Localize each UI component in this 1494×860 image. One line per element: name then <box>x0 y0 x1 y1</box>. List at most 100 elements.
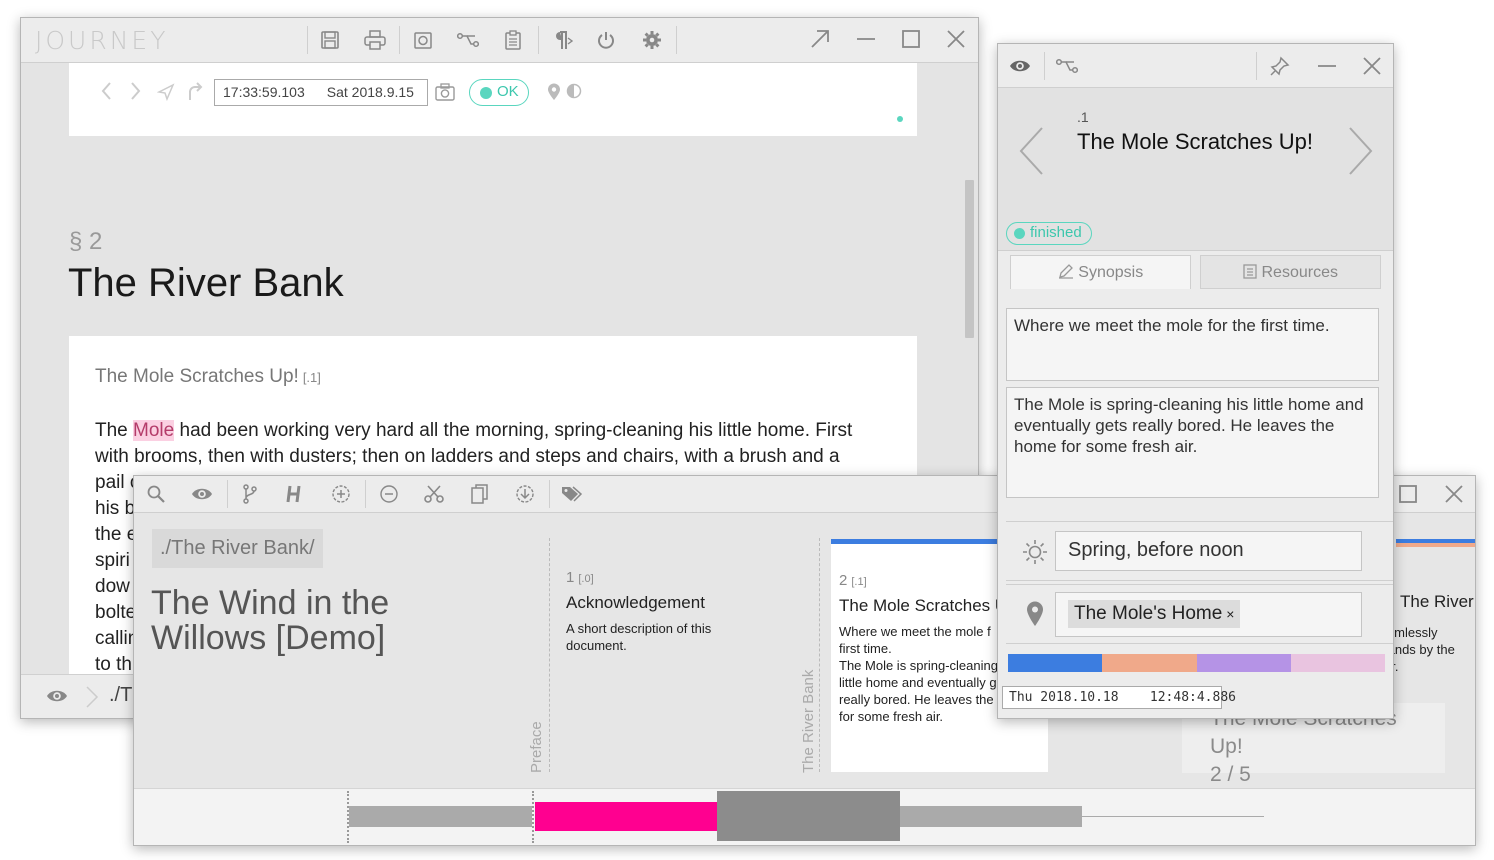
scene-heading-index: [.1] <box>302 370 321 385</box>
paragraph-icon[interactable] <box>550 28 574 52</box>
card-index: [.0] <box>578 573 594 585</box>
location-tag[interactable]: The Mole's Home × <box>1068 600 1241 628</box>
eye-icon[interactable] <box>190 482 214 506</box>
scene-card-acknowledgement[interactable]: 1 [.0] Acknowledgement A short descriptio… <box>566 569 736 654</box>
eye-icon[interactable] <box>1008 54 1032 78</box>
save-icon[interactable] <box>318 28 342 52</box>
part-label-preface: Preface <box>528 721 545 773</box>
scene-card-partial[interactable]: The River aimlesslytands by theer. <box>1384 593 1475 675</box>
timeline-segment-selected[interactable] <box>717 791 900 841</box>
tags-icon[interactable] <box>560 482 584 506</box>
tab-resources[interactable]: Resources <box>1200 255 1381 289</box>
send-icon[interactable] <box>157 83 175 101</box>
chapter-title: The River Bank <box>68 261 344 305</box>
maximize-icon[interactable] <box>899 27 923 51</box>
tag-remove-icon[interactable]: × <box>1226 606 1234 622</box>
main-toolbar: JOURNEY <box>21 18 978 63</box>
synopsis-short-field[interactable]: Where we meet the mole for the first tim… <box>1006 308 1379 381</box>
scene-color-bar[interactable] <box>1008 654 1385 672</box>
app-logo: JOURNEY <box>35 26 169 55</box>
next-scene-chevron-icon[interactable] <box>1348 126 1374 176</box>
tab-synopsis[interactable]: Synopsis <box>1010 255 1191 289</box>
timestamp-field[interactable]: 17:33:59.103 Sat 2018.9.15 <box>214 79 428 106</box>
timeline-segment-current[interactable] <box>535 802 717 831</box>
color-segment-pink[interactable] <box>1290 654 1385 672</box>
screenshot-icon[interactable] <box>411 28 435 52</box>
close-icon[interactable] <box>1360 54 1384 78</box>
color-segment-blue[interactable] <box>1008 654 1103 672</box>
contrast-icon[interactable] <box>566 83 582 99</box>
location-pin-icon <box>1026 601 1044 627</box>
tab-synopsis-label: Synopsis <box>1078 264 1144 281</box>
settings-gear-icon[interactable] <box>640 28 664 52</box>
heading-icon[interactable] <box>283 482 307 506</box>
minimize-icon[interactable] <box>1315 54 1339 78</box>
timestamp-time: 17:33:59.103 <box>223 84 305 100</box>
camera-icon[interactable] <box>435 83 455 101</box>
back-chevron-icon[interactable] <box>99 80 113 102</box>
power-icon[interactable] <box>594 28 618 52</box>
tab-resources-label: Resources <box>1261 264 1338 281</box>
scissors-icon[interactable] <box>422 482 446 506</box>
timeline-segment[interactable] <box>900 806 1082 827</box>
clipboard-icon <box>1243 264 1257 279</box>
eye-icon[interactable] <box>46 688 68 704</box>
previous-scene-chevron-icon[interactable] <box>1018 126 1044 176</box>
project-path[interactable]: ./The River Bank/ <box>152 529 323 568</box>
column-divider <box>819 538 820 772</box>
timestamp-date: Thu 2018.10.18 <box>1009 690 1119 705</box>
close-icon[interactable] <box>944 27 968 51</box>
status-ok-badge[interactable]: OK <box>469 79 529 106</box>
section-number: § 2 <box>69 228 103 255</box>
inspector-toolbar <box>998 44 1393 88</box>
scene-heading-title: The Mole Scratches Up! <box>95 366 299 387</box>
scene-heading: The Mole Scratches Up! [.1] <box>95 366 891 388</box>
breadcrumb-path[interactable]: ./T <box>109 684 132 707</box>
scene-number: .1 <box>1077 109 1089 125</box>
card-index: [.1] <box>851 576 867 588</box>
card-description: aimlesslytands by theer. <box>1384 625 1455 674</box>
scene-title[interactable]: The Mole Scratches Up! <box>1077 129 1313 155</box>
location-row: The Mole's Home × <box>1006 584 1393 644</box>
git-branch-icon[interactable] <box>238 482 262 506</box>
timeline-marker <box>532 791 534 843</box>
jump-icon[interactable] <box>186 82 204 102</box>
card-color-bar-salmon <box>1396 543 1475 547</box>
location-tags-input[interactable]: The Mole's Home × <box>1055 592 1362 637</box>
branch-icon[interactable] <box>456 28 480 52</box>
synopsis-long-field[interactable]: The Mole is spring-cleaning his little h… <box>1006 387 1379 498</box>
timestamp-field[interactable]: Thu 2018.10.18 12:48:4.886 <box>1002 686 1236 709</box>
branch-icon[interactable] <box>1055 54 1079 78</box>
highlighted-character[interactable]: Mole <box>133 420 175 441</box>
forward-chevron-icon[interactable] <box>129 80 143 102</box>
search-icon[interactable] <box>144 482 168 506</box>
card-number: 1 <box>566 569 575 586</box>
project-title: The Wind in the Willows [Demo] <box>151 584 390 657</box>
print-icon[interactable] <box>363 28 387 52</box>
paste-down-icon[interactable] <box>513 482 537 506</box>
timestamp-time: 12:48:4.886 <box>1149 690 1236 705</box>
card-title: Acknowledgement <box>566 593 705 612</box>
notes-icon[interactable] <box>501 28 525 52</box>
timeline-bar[interactable] <box>134 788 1475 845</box>
vertical-scrollbar[interactable] <box>965 180 974 338</box>
sun-icon <box>1022 539 1048 565</box>
copy-icon[interactable] <box>468 482 492 506</box>
color-segment-salmon[interactable] <box>1102 654 1197 672</box>
inspector-window: .1 The Mole Scratches Up! finished Synop… <box>997 43 1394 719</box>
pop-out-icon[interactable] <box>808 27 832 51</box>
sync-indicator-dot <box>897 116 903 122</box>
pin-icon[interactable] <box>1268 54 1292 78</box>
timeline-segment[interactable] <box>349 806 532 827</box>
add-circle-icon[interactable] <box>329 482 353 506</box>
maximize-icon[interactable] <box>1396 482 1420 506</box>
remove-circle-icon[interactable] <box>377 482 401 506</box>
column-divider <box>549 538 550 772</box>
minimize-icon[interactable] <box>854 27 878 51</box>
time-of-day-input[interactable]: Spring, before noon <box>1055 531 1362 571</box>
status-finished-badge[interactable]: finished <box>1006 222 1092 245</box>
timestamp-date: Sat 2018.9.15 <box>326 84 414 100</box>
location-pin-icon[interactable] <box>547 83 561 101</box>
close-icon[interactable] <box>1442 482 1466 506</box>
color-segment-lavender[interactable] <box>1196 654 1291 672</box>
